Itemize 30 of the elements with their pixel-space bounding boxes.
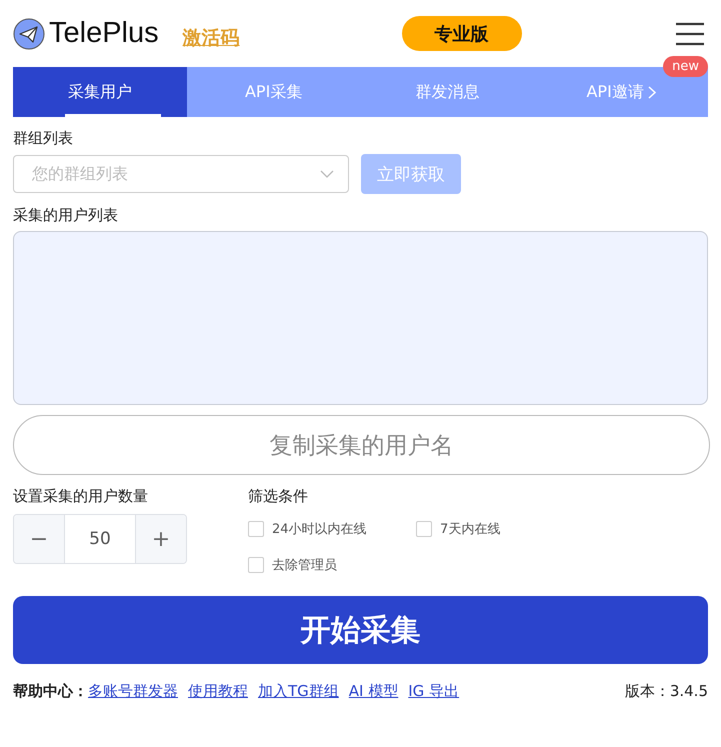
footer-link[interactable]: 使用教程 bbox=[188, 682, 248, 701]
checkbox[interactable] bbox=[248, 521, 264, 537]
menu-icon[interactable] bbox=[676, 22, 704, 46]
quantity-stepper[interactable]: − 50 + bbox=[13, 514, 187, 564]
footer-link[interactable]: AI 模型 bbox=[348, 682, 398, 701]
footer-link[interactable]: IG 导出 bbox=[408, 682, 460, 701]
new-badge: new bbox=[663, 56, 708, 77]
footer-link[interactable]: 加入TG群组 bbox=[258, 682, 339, 701]
copy-usernames-button[interactable]: 复制采集的用户名 bbox=[13, 415, 710, 475]
filter-label: 筛选条件 bbox=[248, 487, 309, 506]
help-center-label: 帮助中心： bbox=[13, 682, 88, 701]
decrement-button[interactable]: − bbox=[14, 515, 64, 563]
checkbox-label[interactable]: 24小时以内在线 bbox=[272, 520, 367, 538]
checkbox[interactable] bbox=[416, 521, 432, 537]
footer-link[interactable]: 多账号群发器 bbox=[88, 682, 178, 701]
increment-button[interactable]: + bbox=[136, 515, 186, 563]
user-count-label: 设置采集的用户数量 bbox=[13, 487, 149, 506]
checkbox[interactable] bbox=[248, 557, 264, 573]
start-collecting-button[interactable]: 开始采集 bbox=[13, 596, 708, 664]
pro-version-button[interactable]: 专业版 bbox=[402, 16, 522, 51]
paper-plane-logo-icon bbox=[13, 18, 45, 50]
version-text: 版本：3.4.5 bbox=[624, 682, 708, 701]
tab[interactable]: 采集用户 bbox=[13, 67, 187, 117]
user-list-label: 采集的用户列表 bbox=[13, 206, 119, 225]
group-list-label: 群组列表 bbox=[13, 129, 74, 148]
chevron-down-icon bbox=[320, 170, 334, 178]
user-list-textarea[interactable] bbox=[13, 231, 708, 405]
checkbox-label[interactable]: 7天内在线 bbox=[440, 520, 500, 538]
brand-name: TelePlus bbox=[49, 17, 159, 50]
checkbox-label[interactable]: 去除管理员 bbox=[272, 556, 337, 574]
